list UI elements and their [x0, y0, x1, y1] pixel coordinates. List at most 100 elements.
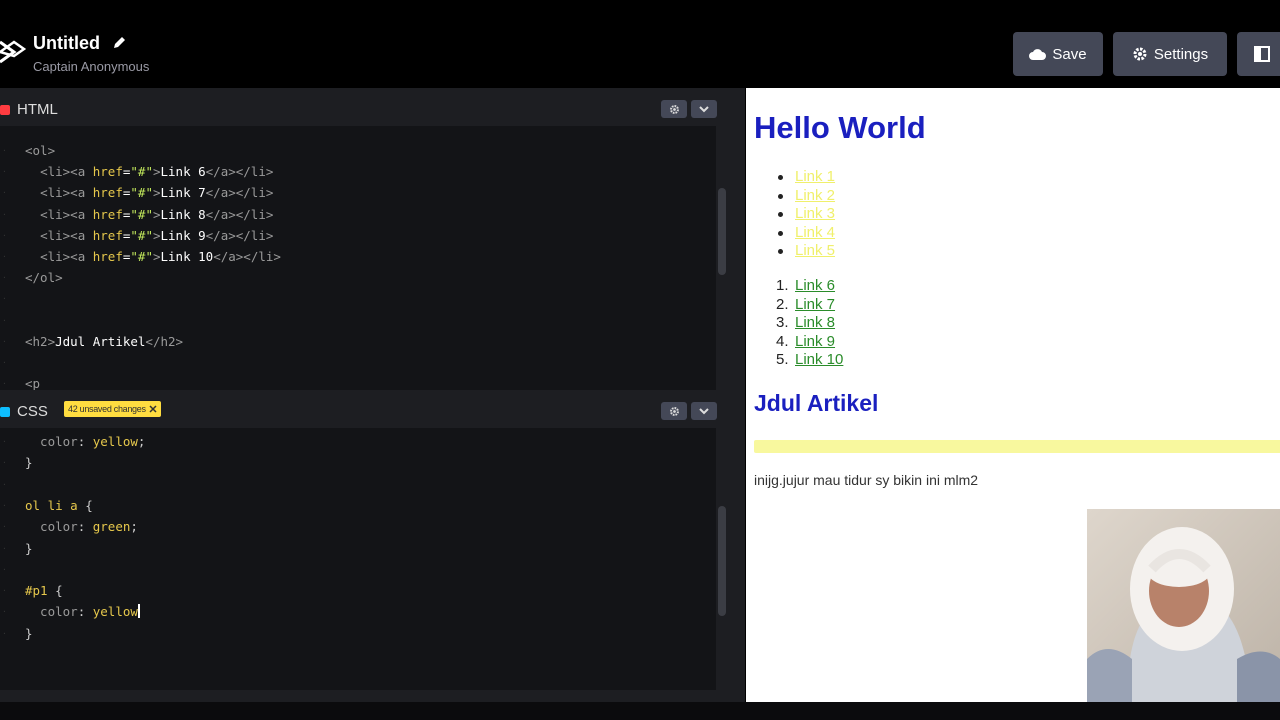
line-number: · — [2, 209, 7, 219]
html-scrollbar[interactable] — [718, 188, 726, 275]
line-number: · — [2, 315, 7, 325]
code-token: { — [77, 497, 93, 513]
css-settings-button[interactable] — [661, 402, 687, 420]
css-scrollbar[interactable] — [718, 506, 726, 616]
code-token: "#" — [130, 185, 153, 201]
code-token: color — [25, 604, 78, 620]
preview-link[interactable]: Link 6 — [795, 277, 835, 294]
codepen-logo-icon[interactable] — [0, 34, 26, 70]
code-line: } — [25, 541, 33, 556]
line-number: · — [2, 336, 7, 346]
preview-link[interactable]: Link 10 — [795, 351, 843, 368]
preview-link[interactable]: Link 5 — [795, 242, 835, 259]
css-code-editor[interactable]: · color: yellow; ·} · · ol li a { · color: gr… — [0, 428, 716, 690]
bullet-icon — [778, 193, 783, 199]
code-token: ol li a — [25, 497, 78, 513]
code-line: ol li a { — [25, 498, 93, 513]
code-line: <p — [25, 376, 40, 390]
code-line: <li><a href="#">Link 9</a></li> — [25, 228, 273, 243]
unsaved-changes-badge[interactable]: 42 unsaved changes — [64, 401, 161, 417]
save-button[interactable]: Save — [1013, 32, 1103, 76]
preview-link[interactable]: Link 2 — [795, 187, 835, 204]
code-token: ; — [137, 434, 146, 449]
list-item: 5. Link 10 — [776, 351, 843, 370]
preview-link[interactable]: Link 7 — [795, 296, 835, 313]
editor-column: HTML · <ol> · <li><a href="#">Link 6</a></… — [0, 88, 745, 702]
code-line: color: green; — [25, 519, 138, 534]
code-token: } — [25, 625, 33, 641]
html-panel-header: HTML — [0, 92, 730, 126]
code-token: } — [25, 455, 33, 471]
edit-pencil-icon[interactable] — [112, 36, 126, 50]
code-token: </h2> — [145, 333, 184, 349]
preview-heading: Hello World — [754, 110, 926, 145]
css-collapse-button[interactable] — [691, 402, 717, 420]
bottom-bar — [0, 702, 1280, 720]
pen-title[interactable]: Untitled — [33, 33, 100, 54]
code-token: </a></li> — [205, 185, 274, 201]
preview-paragraph: inijg.jujur mau tidur sy bikin ini mlm2 — [754, 472, 979, 488]
code-line: <li><a href="#">Link 10</a></li> — [25, 249, 281, 264]
code-line: } — [25, 626, 33, 641]
cloud-icon — [1029, 49, 1047, 60]
code-token: href — [92, 227, 123, 243]
code-token: yellow — [92, 434, 138, 449]
code-line: </ol> — [25, 270, 63, 285]
code-line: <li><a href="#">Link 6</a></li> — [25, 164, 273, 179]
preview-subheading: Jdul Artikel — [754, 390, 879, 416]
settings-button[interactable]: Settings — [1113, 32, 1227, 76]
preview-link[interactable]: Link 1 — [795, 168, 835, 185]
list-item: Link 5 — [776, 242, 835, 261]
line-number: · — [2, 564, 7, 574]
css-icon — [0, 407, 10, 417]
line-number: · — [2, 252, 7, 261]
line-number: · — [2, 437, 7, 446]
code-token: Jdul Artikel — [55, 333, 146, 349]
owner-name[interactable]: Captain Anonymous — [33, 59, 149, 74]
line-number: · — [2, 458, 7, 468]
preview-link[interactable]: Link 9 — [795, 333, 835, 350]
line-number: · — [2, 167, 7, 177]
code-token: <li><a — [40, 164, 93, 180]
preview-link[interactable]: Link 3 — [795, 205, 835, 222]
list-item: Link 2 — [776, 187, 835, 206]
code-line: <ol> — [25, 143, 55, 158]
line-number: · — [2, 188, 7, 198]
preview-link[interactable]: Link 4 — [795, 224, 835, 241]
code-token: "#" — [130, 227, 153, 243]
line-number: · — [2, 522, 7, 532]
code-token: ; — [130, 519, 138, 535]
code-token: </a></li> — [205, 227, 274, 243]
line-number: · — [2, 273, 7, 283]
html-collapse-button[interactable] — [691, 100, 717, 118]
close-icon[interactable] — [149, 405, 157, 413]
html-settings-button[interactable] — [661, 100, 687, 118]
code-token: "#" — [130, 164, 153, 180]
line-number: · — [2, 586, 7, 596]
list-item: Link 1 — [776, 168, 835, 187]
html-code-editor[interactable]: · <ol> · <li><a href="#">Link 6</a></li> · … — [0, 126, 716, 390]
code-token: </ol> — [25, 270, 63, 286]
code-line: #p1 { — [25, 583, 63, 598]
code-token: "#" — [130, 249, 153, 264]
webcam-overlay — [1087, 509, 1280, 702]
list-item: Link 3 — [776, 205, 835, 224]
code-token: Link 10 — [160, 249, 214, 264]
chevron-down-icon — [699, 106, 709, 113]
code-token: : — [77, 434, 93, 449]
code-token: } — [25, 540, 33, 556]
change-view-button[interactable] — [1237, 32, 1280, 76]
code-token: href — [92, 164, 123, 180]
css-panel-title: CSS — [17, 403, 48, 420]
code-token: Link 9 — [160, 227, 206, 243]
code-token: #p1 — [25, 583, 48, 599]
code-token: > — [152, 164, 161, 180]
code-token: Link 8 — [160, 206, 206, 222]
code-token: </a></li> — [205, 164, 274, 180]
preview-unordered-list: Link 1 Link 2 Link 3 Link 4 Link 5 — [776, 168, 835, 261]
code-token: "#" — [130, 206, 153, 222]
preview-link[interactable]: Link 8 — [795, 314, 835, 331]
